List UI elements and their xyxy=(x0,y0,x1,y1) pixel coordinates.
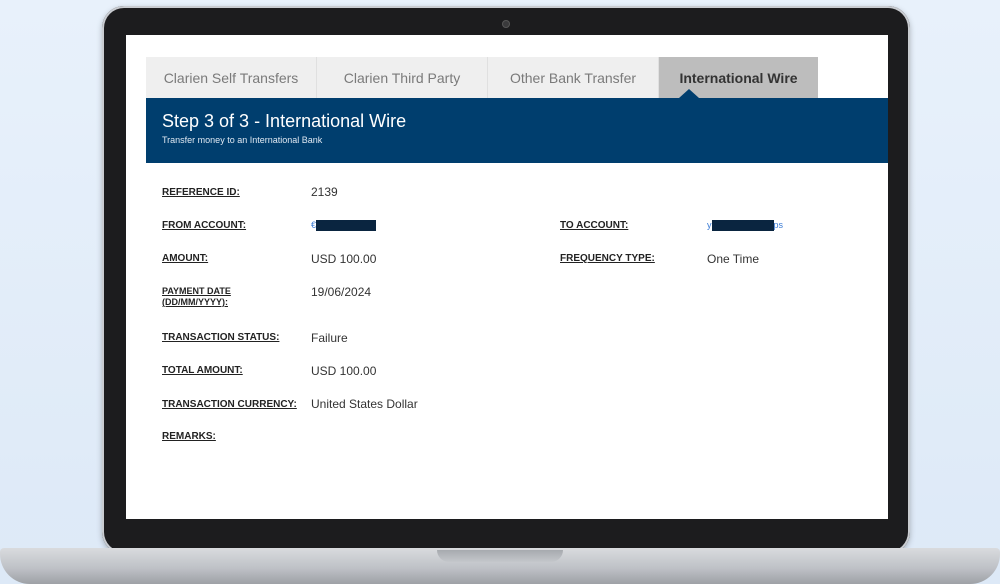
laptop-notch xyxy=(437,550,563,562)
reference-id-label: REFERENCE ID: xyxy=(162,187,240,198)
page-subtitle: Transfer money to an International Bank xyxy=(162,135,323,145)
transaction-status-label: TRANSACTION STATUS: xyxy=(162,332,280,343)
transaction-currency-label: TRANSACTION CURRENCY: xyxy=(162,399,297,410)
payment-date-label-line2: (DD/MM/YYYY): xyxy=(162,297,228,307)
camera-icon xyxy=(502,20,510,28)
payment-date-label-line1: PAYMENT DATE xyxy=(162,286,231,296)
step-header-banner: Step 3 of 3 - International Wire Transfe… xyxy=(146,98,888,163)
from-account-label: FROM ACCOUNT: xyxy=(162,220,247,231)
remarks-label: REMARKS: xyxy=(162,431,216,442)
amount-label: AMOUNT: xyxy=(162,253,209,264)
total-amount-value: USD 100.00 xyxy=(311,364,377,378)
from-account-value[interactable]: € xyxy=(311,220,377,232)
to-account-value[interactable]: y ps xyxy=(707,220,784,232)
tab-other-bank-transfer[interactable]: Other Bank Transfer xyxy=(488,57,659,98)
frequency-type-label: FREQUENCY TYPE: xyxy=(560,253,655,264)
frequency-type-value: One Time xyxy=(707,252,760,266)
redaction-bar xyxy=(711,220,774,232)
amount-value: USD 100.00 xyxy=(311,252,377,266)
reference-id-value: 2139 xyxy=(311,185,338,199)
to-account-suffix: ps xyxy=(773,220,784,230)
transaction-status-value: Failure xyxy=(311,331,348,345)
redaction-bar xyxy=(316,220,377,232)
active-tab-caret-icon xyxy=(679,89,699,98)
tab-strip: Clarien Self Transfers Clarien Third Par… xyxy=(146,57,818,98)
tab-clarien-third-party[interactable]: Clarien Third Party xyxy=(317,57,488,98)
screen: Clarien Self Transfers Clarien Third Par… xyxy=(126,35,888,519)
payment-date-value: 19/06/2024 xyxy=(311,285,372,299)
total-amount-label: TOTAL AMOUNT: xyxy=(162,365,243,376)
transaction-currency-value: United States Dollar xyxy=(311,397,418,411)
payment-date-label: PAYMENT DATE (DD/MM/YYYY): xyxy=(162,286,231,308)
to-account-label: TO ACCOUNT: xyxy=(560,220,629,231)
tabs-bar: Clarien Self Transfers Clarien Third Par… xyxy=(126,35,888,98)
page-title: Step 3 of 3 - International Wire xyxy=(162,111,407,131)
tab-clarien-self-transfers[interactable]: Clarien Self Transfers xyxy=(146,57,317,98)
